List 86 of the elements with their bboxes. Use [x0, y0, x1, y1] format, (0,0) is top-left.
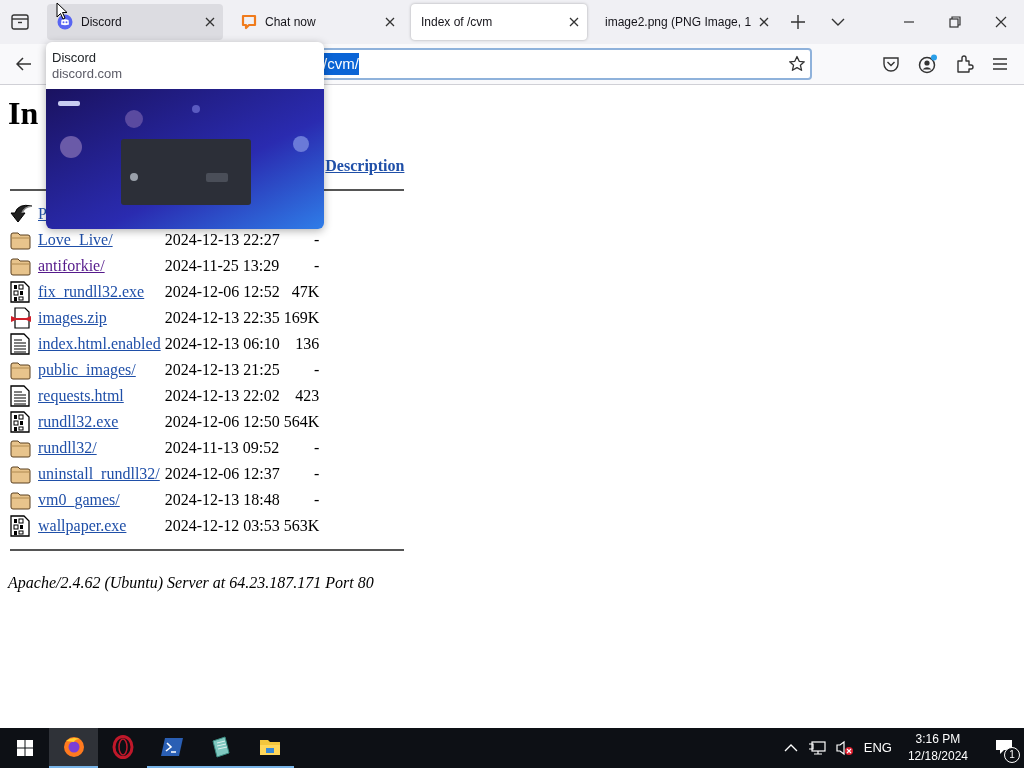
clock-time: 3:16 PM	[915, 731, 961, 748]
folder-icon	[10, 490, 31, 510]
server-signature: Apache/2.4.62 (Ubuntu) Server at 64.23.187.171 Port 80	[8, 573, 375, 594]
file-size: -	[314, 361, 320, 378]
file-size: 47K	[291, 283, 320, 300]
file-link[interactable]: vm0_games/	[38, 491, 120, 508]
modified-date: 2024-11-25 13:29	[164, 257, 280, 274]
file-link[interactable]: Love_Live/	[38, 231, 113, 248]
file-link[interactable]: antiforkie/	[38, 257, 105, 274]
file-link[interactable]: rundll32/	[38, 439, 97, 456]
modified-date: 2024-12-13 22:02	[164, 387, 280, 404]
preview-title: Discord	[52, 50, 98, 66]
preview-domain: discord.com	[52, 66, 124, 82]
file-size: -	[314, 491, 320, 508]
close-icon[interactable]	[759, 17, 770, 27]
modified-date: 2024-12-06 12:50	[164, 413, 280, 430]
close-icon[interactable]	[205, 17, 215, 27]
plus-icon[interactable]	[791, 15, 805, 29]
start-icon[interactable]	[16, 740, 33, 756]
ring-icon[interactable]	[110, 735, 135, 759]
file-size: -	[314, 231, 320, 248]
text-file-icon	[10, 385, 31, 407]
chevron-down-icon[interactable]	[831, 18, 845, 26]
page-heading: In	[8, 94, 40, 133]
clock-date: 12/18/2024	[907, 748, 968, 765]
browser-tab[interactable]: image2.png (PNG Image, 1	[595, 4, 769, 40]
file-link[interactable]: P	[38, 205, 47, 222]
folder-icon	[10, 230, 31, 250]
chat-bubble-icon	[241, 14, 257, 30]
file-size: -	[314, 439, 320, 456]
close-icon[interactable]	[995, 16, 1007, 28]
file-link[interactable]: requests.html	[38, 387, 124, 404]
binary-file-icon	[10, 515, 31, 537]
modified-date: 2024-12-13 22:35	[164, 309, 280, 326]
modified-date: 2024-12-13 06:10	[164, 335, 280, 352]
browser-icon[interactable]	[61, 735, 86, 759]
binary-file-icon	[10, 281, 31, 303]
modified-date: 2024-12-13 18:48	[164, 491, 280, 508]
browser-tab[interactable]: Discord	[47, 4, 223, 40]
pocket-icon[interactable]	[882, 56, 900, 72]
modified-date: 2024-12-13 21:25	[164, 361, 280, 378]
account-icon[interactable]	[918, 54, 938, 74]
close-icon[interactable]	[569, 17, 579, 27]
folder-icon	[10, 360, 31, 380]
file-size: 423	[295, 387, 320, 404]
file-link[interactable]: rundll32.exe	[38, 413, 119, 430]
file-link[interactable]: images.zip	[38, 309, 107, 326]
notification-count: 1	[1004, 747, 1020, 763]
back-arrow-icon	[10, 203, 34, 225]
modified-date: 2024-12-06 12:52	[164, 283, 280, 300]
file-link[interactable]: index.html.enabled	[38, 335, 161, 352]
folder-icon	[10, 464, 31, 484]
tab-list-icon[interactable]	[11, 14, 29, 30]
file-link[interactable]: wallpaper.exe	[38, 517, 127, 534]
browser-tab[interactable]: Index of /cvm	[411, 4, 587, 40]
extensions-icon[interactable]	[956, 55, 974, 73]
file-size: -	[314, 465, 320, 482]
compressed-file-icon	[10, 307, 32, 329]
file-size: 136	[295, 335, 320, 352]
close-icon[interactable]	[385, 17, 395, 27]
chevron-up-icon[interactable]	[783, 744, 798, 752]
column-header-link[interactable]: Description	[325, 157, 405, 174]
input-language[interactable]: ENG	[863, 738, 892, 758]
file-size: 564K	[283, 413, 320, 430]
modified-date: 2024-12-06 12:37	[164, 465, 280, 482]
volume-muted-icon[interactable]	[835, 740, 854, 756]
file-size: 563K	[283, 517, 320, 534]
text-file-icon	[10, 333, 31, 355]
file-size: 169K	[283, 309, 320, 326]
file-link[interactable]: fix_rundll32.exe	[38, 283, 145, 300]
modified-date: 2024-11-13 09:52	[164, 439, 280, 456]
restore-icon[interactable]	[949, 16, 961, 28]
file-link[interactable]: uninstall_rundll32/	[38, 465, 160, 482]
file-link[interactable]: public_images/	[38, 361, 136, 378]
browser-tab[interactable]: Chat now	[231, 4, 403, 40]
star-icon[interactable]	[788, 55, 806, 73]
binary-file-icon	[10, 411, 31, 433]
network-icon[interactable]	[807, 740, 826, 756]
folder-icon	[10, 256, 31, 276]
modified-date: 2024-12-13 22:27	[164, 231, 280, 248]
terminal-icon[interactable]	[159, 735, 184, 759]
folder-icon	[10, 438, 31, 458]
modified-date: 2024-12-12 03:53	[164, 517, 280, 534]
file-size: -	[314, 257, 320, 274]
back-arrow-icon[interactable]	[16, 57, 32, 71]
menu-icon[interactable]	[992, 57, 1008, 71]
